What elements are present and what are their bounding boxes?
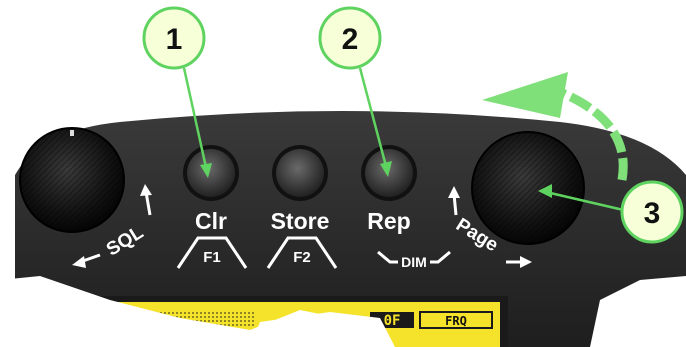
- clr-button[interactable]: [183, 145, 239, 201]
- callout-2-number: 2: [342, 23, 359, 56]
- callout-3: 3: [620, 180, 684, 244]
- diagram: 0F FRQ Clr Store Rep F1 F2 DIM SQL Page …: [0, 0, 686, 347]
- callout-1: 1: [142, 6, 206, 70]
- callout-1-number: 1: [166, 23, 183, 56]
- f1-label: F1: [203, 249, 221, 266]
- lcd-segment-text: 0F: [384, 313, 401, 329]
- f2-label: F2: [293, 249, 311, 266]
- dim-label: DIM: [401, 254, 427, 270]
- radio-panel-diagram: 0F FRQ Clr Store Rep F1 F2 DIM SQL Page …: [0, 6, 686, 347]
- store-button[interactable]: [272, 145, 328, 201]
- rep-button-label: Rep: [367, 208, 410, 234]
- store-button-label: Store: [271, 208, 330, 234]
- page-knob[interactable]: [471, 131, 585, 245]
- callout-2: 2: [318, 6, 382, 70]
- sql-knob[interactable]: [19, 127, 125, 233]
- clr-button-label: Clr: [195, 208, 227, 234]
- lcd-right-text: FRQ: [445, 314, 467, 328]
- callout-3-number: 3: [644, 197, 661, 230]
